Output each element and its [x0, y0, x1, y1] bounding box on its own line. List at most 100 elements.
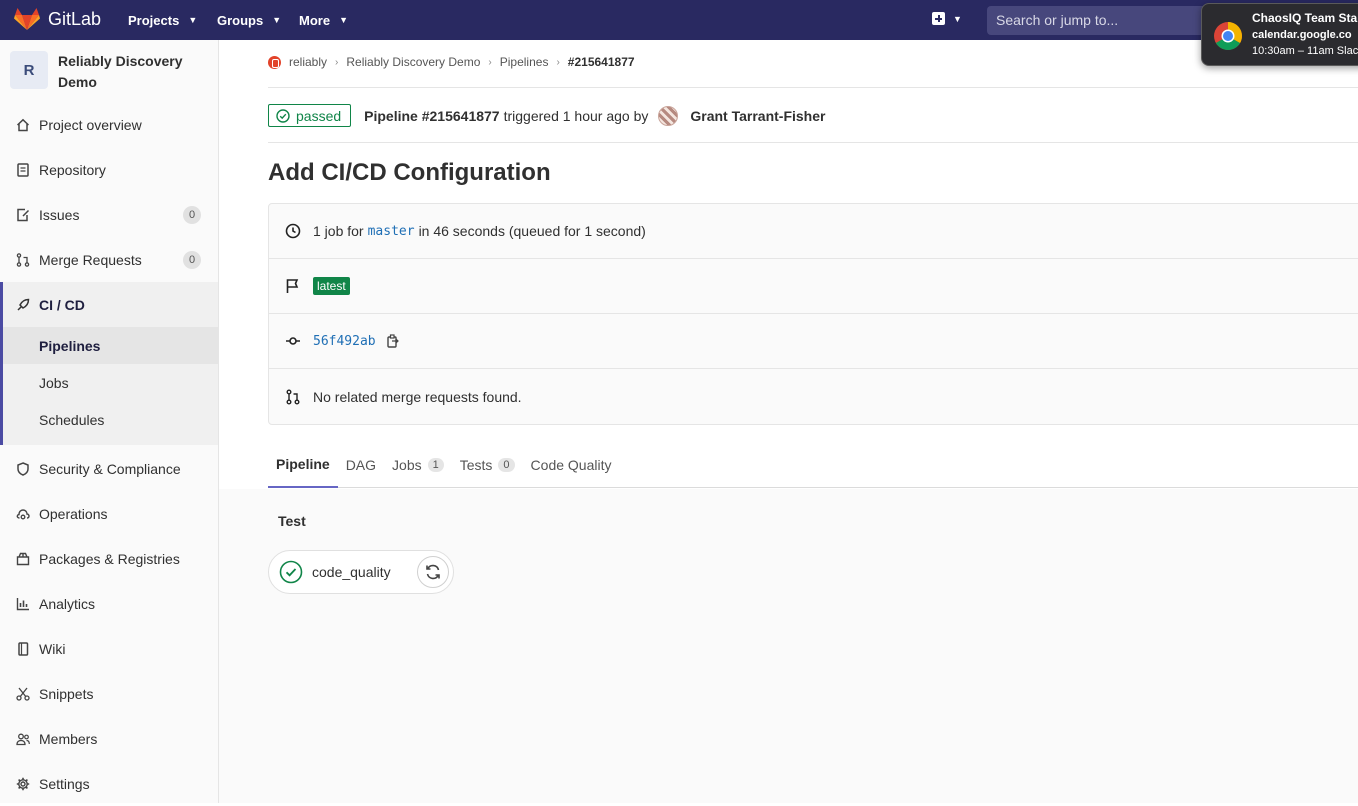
- sidebar-item-cicd[interactable]: CI / CD: [3, 282, 218, 327]
- search-input[interactable]: Search or jump to...: [987, 6, 1217, 35]
- avatar[interactable]: [658, 105, 679, 126]
- breadcrumb-project[interactable]: Reliably Discovery Demo: [346, 55, 480, 69]
- nav-more-label: More: [299, 12, 331, 28]
- pipeline-graph: [219, 489, 1358, 803]
- sidebar-subitem-label: Pipelines: [39, 337, 101, 354]
- gitlab-logo[interactable]: GitLab: [14, 7, 101, 31]
- chevron-down-icon: ▼: [188, 15, 198, 25]
- tags-row: latest: [269, 259, 1358, 314]
- cloud-gear-icon: [16, 507, 30, 521]
- chart-icon: [16, 597, 30, 611]
- home-icon: [16, 118, 30, 132]
- tanuki-icon: [14, 8, 40, 30]
- tab-label: Jobs: [392, 457, 422, 473]
- chevron-right-icon: ›: [488, 56, 492, 68]
- sidebar-item-label: Members: [39, 730, 98, 747]
- sidebar-item-issues[interactable]: Issues 0: [0, 192, 218, 237]
- sidebar-item-wiki[interactable]: Wiki: [0, 626, 218, 671]
- sidebar-subitem-label: Jobs: [39, 374, 69, 391]
- jobs-suffix: in 46 seconds (queued for 1 second): [418, 223, 646, 239]
- chevron-down-icon: ▼: [953, 13, 962, 24]
- package-icon: [16, 552, 30, 566]
- doc-icon: [16, 162, 30, 177]
- tab-dag[interactable]: DAG: [338, 442, 384, 488]
- divider: [268, 87, 1358, 88]
- jobs-prefix: 1 job for: [313, 223, 364, 239]
- stage-title: Test: [278, 513, 306, 529]
- rocket-icon: [16, 298, 30, 312]
- sidebar-item-label: CI / CD: [39, 296, 85, 313]
- author-name[interactable]: Grant Tarrant-Fisher: [690, 108, 825, 124]
- sidebar-item-label: Issues: [39, 206, 80, 223]
- branch-link[interactable]: master: [368, 224, 415, 239]
- job-item[interactable]: code_quality: [268, 550, 454, 594]
- chevron-right-icon: ›: [556, 56, 560, 68]
- sidebar-item-label: Wiki: [39, 640, 66, 657]
- sidebar-item-label: Merge Requests: [39, 251, 142, 268]
- nav-more[interactable]: More ▼: [299, 0, 348, 40]
- sidebar-item-merge-requests[interactable]: Merge Requests 0: [0, 237, 218, 282]
- retry-icon: [426, 564, 440, 580]
- breadcrumb-group[interactable]: reliably: [289, 55, 327, 69]
- sidebar-item-label: Operations: [39, 505, 108, 522]
- status-badge[interactable]: passed: [268, 104, 352, 127]
- nav-groups[interactable]: Groups ▼: [217, 0, 281, 40]
- top-navbar: GitLab Projects ▼ Groups ▼ More ▼ ▼ Sear…: [0, 0, 1358, 40]
- retry-button[interactable]: [417, 556, 449, 588]
- sidebar-item-operations[interactable]: Operations: [0, 491, 218, 536]
- nav-projects[interactable]: Projects ▼: [128, 0, 197, 40]
- sidebar-subitem-schedules[interactable]: Schedules: [3, 401, 218, 438]
- breadcrumb-current[interactable]: #215641877: [568, 55, 635, 69]
- nav-projects-label: Projects: [128, 12, 180, 28]
- notification-title: ChaosIQ Team Sta: [1252, 11, 1358, 25]
- search-placeholder: Search or jump to...: [996, 12, 1119, 28]
- divider: [268, 142, 1358, 143]
- users-icon: [16, 732, 30, 746]
- pipeline-id: Pipeline #215641877: [364, 107, 500, 124]
- pipeline-info-box: 1 job for master in 46 seconds (queued f…: [268, 203, 1358, 425]
- sidebar-subitem-label: Schedules: [39, 411, 105, 428]
- tab-jobs[interactable]: Jobs 1: [384, 442, 452, 488]
- no-merge-requests-text: No related merge requests found.: [313, 388, 522, 405]
- tab-pipeline[interactable]: Pipeline: [268, 442, 338, 488]
- sidebar-item-analytics[interactable]: Analytics: [0, 581, 218, 626]
- sidebar-subitem-pipelines[interactable]: Pipelines: [3, 327, 218, 364]
- copy-icon[interactable]: [386, 333, 400, 349]
- sidebar-item-packages[interactable]: Packages & Registries: [0, 536, 218, 581]
- flag-icon: [285, 278, 301, 294]
- page-title: Add CI/CD Configuration: [268, 159, 551, 186]
- sidebar-subitem-jobs[interactable]: Jobs: [3, 364, 218, 401]
- latest-badge: latest: [313, 277, 350, 295]
- tab-label: DAG: [345, 457, 377, 473]
- tab-count-badge: 1: [427, 458, 444, 472]
- brand-name: GitLab: [48, 8, 102, 29]
- triggered-text: triggered 1 hour ago by: [503, 107, 649, 124]
- new-dropdown-button[interactable]: ▼: [932, 12, 962, 25]
- tab-tests[interactable]: Tests 0: [452, 442, 523, 488]
- sidebar-item-members[interactable]: Members: [0, 716, 218, 761]
- breadcrumb: reliably › Reliably Discovery Demo › Pip…: [268, 55, 635, 69]
- group-logo-icon: [268, 55, 281, 69]
- project-header[interactable]: R Reliably Discovery Demo: [10, 51, 208, 93]
- sidebar-item-label: Packages & Registries: [39, 550, 180, 567]
- tab-label: Pipeline: [276, 456, 330, 472]
- sidebar-item-snippets[interactable]: Snippets: [0, 671, 218, 716]
- sidebar-item-security[interactable]: Security & Compliance: [0, 446, 218, 491]
- issues-count-badge: 0: [183, 206, 201, 224]
- pipeline-tabs: Pipeline DAG Jobs 1 Tests 0 Code Quality: [268, 442, 1358, 488]
- pipeline-header: passed Pipeline #215641877 triggered 1 h…: [268, 104, 825, 127]
- sidebar-item-label: Analytics: [39, 595, 96, 612]
- tab-code-quality[interactable]: Code Quality: [523, 442, 620, 488]
- scissors-icon: [16, 687, 30, 701]
- chevron-down-icon: ▼: [339, 15, 348, 25]
- sidebar: R Reliably Discovery Demo Project overvi…: [0, 40, 219, 803]
- merge-requests-row: No related merge requests found.: [269, 369, 1358, 424]
- commit-sha-link[interactable]: 56f492ab: [313, 334, 376, 349]
- sidebar-item-project-overview[interactable]: Project overview: [0, 102, 218, 147]
- sidebar-item-repository[interactable]: Repository: [0, 147, 218, 192]
- issues-icon: [16, 208, 30, 222]
- breadcrumb-pipelines[interactable]: Pipelines: [500, 55, 549, 69]
- clock-icon: [285, 223, 301, 239]
- sidebar-item-label: Repository: [39, 161, 106, 178]
- sidebar-item-settings[interactable]: Settings: [0, 761, 218, 806]
